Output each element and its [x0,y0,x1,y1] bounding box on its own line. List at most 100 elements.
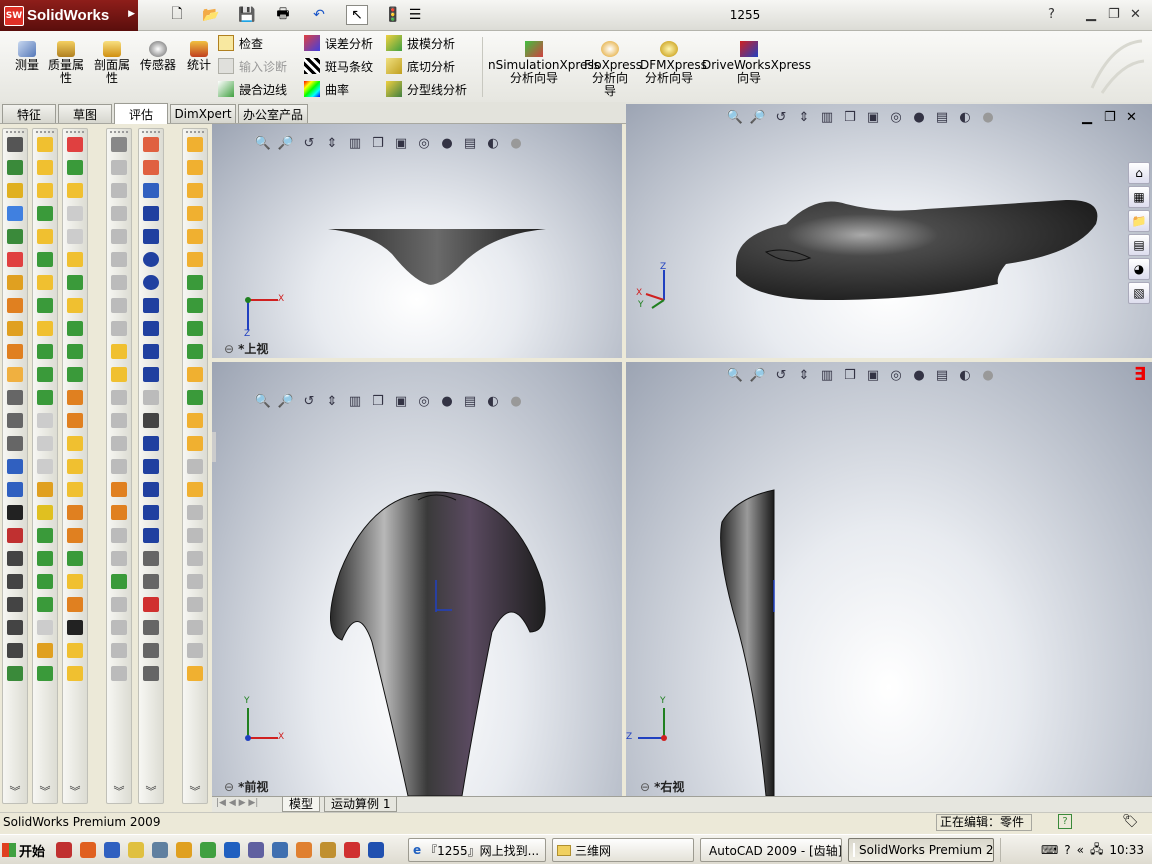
tool-icon[interactable] [187,436,203,451]
tab-features[interactable]: 特征 [2,104,56,123]
tool-icon[interactable] [37,643,53,658]
help-icon[interactable]: ? [1064,843,1070,857]
options-list-icon[interactable]: ☰ [404,5,426,25]
tool-icon[interactable] [67,505,83,520]
tool-icon[interactable] [67,160,83,175]
driveworksxpress-button[interactable]: DriveWorksXpress 向导 [702,41,811,85]
check-button[interactable]: 检查 [218,34,263,52]
line-icon[interactable] [143,206,159,221]
text-icon[interactable] [143,528,159,543]
toolbar-grip[interactable] [6,131,24,135]
tool-icon[interactable] [37,390,53,405]
task-solidworks-window[interactable]: SolidWorks Premium 2... [848,838,994,862]
quicklaunch-icon[interactable] [224,842,240,858]
point-icon[interactable] [143,390,159,405]
tool-icon[interactable] [187,643,203,658]
tool-icon[interactable] [7,367,23,382]
tool-icon[interactable] [187,413,203,428]
tool-icon[interactable] [7,252,23,267]
chevron-down-icon[interactable]: ︾ [3,783,27,799]
toolbar-grip[interactable] [142,131,160,135]
spline-curve-icon[interactable] [143,459,159,474]
tool-icon[interactable] [111,528,127,543]
tray-chevron-icon[interactable]: « [1077,843,1084,857]
tool-icon[interactable] [67,275,83,290]
tool-icon[interactable] [187,459,203,474]
circle-icon[interactable] [143,252,159,267]
tool-icon[interactable] [37,505,53,520]
viewport-trimetric[interactable]: 🔍 🔎 ↺ ⇕ ▥ ❒ ▣ ◎ ● ▤ ◐ ● ▁ ❐ ✕ Z X Y [626,104,1152,358]
tab-model[interactable]: 模型 [282,797,321,812]
help-icon[interactable]: ? [1048,7,1055,22]
arc-icon[interactable] [143,321,159,336]
tool-icon[interactable] [7,574,23,589]
toolbar-grip[interactable] [36,131,54,135]
tool-icon[interactable] [37,367,53,382]
tool-icon[interactable] [7,206,23,221]
tool-icon[interactable] [67,666,83,681]
tool-icon[interactable] [187,574,203,589]
quicklaunch-icon[interactable] [80,842,96,858]
minimize-icon[interactable]: ▁ [1086,7,1096,22]
rectangle-icon[interactable] [143,229,159,244]
tool-icon[interactable] [37,574,53,589]
tool-icon[interactable] [67,137,83,152]
tool-icon[interactable] [111,505,127,520]
appearances-icon[interactable]: ◕ [1128,258,1150,280]
quicklaunch-icon[interactable] [296,842,312,858]
tool-icon[interactable] [187,183,203,198]
fillet-icon[interactable] [143,551,159,566]
chevron-down-icon[interactable]: ︾ [63,783,87,799]
toolbar-grip[interactable] [66,131,84,135]
tool-icon[interactable] [7,505,23,520]
tool-icon[interactable] [111,183,127,198]
home-icon[interactable]: ⌂ [1128,162,1150,184]
tool-icon[interactable] [111,666,127,681]
zebra-stripes-button[interactable]: 斑马条纹 [304,57,373,75]
keyboard-icon[interactable]: ⌨ [1041,843,1058,857]
statistics-button[interactable]: 统计 [184,41,214,72]
move-icon[interactable] [143,666,159,681]
tool-icon[interactable] [67,620,83,635]
tool-icon[interactable] [67,183,83,198]
link-views-icon[interactable]: ⊖ [640,780,650,794]
tool-icon[interactable] [111,459,127,474]
polygon-icon[interactable] [143,298,159,313]
tool-icon[interactable] [187,367,203,382]
tool-icon[interactable] [187,321,203,336]
tool-icon[interactable] [7,344,23,359]
tool-icon[interactable] [7,390,23,405]
tool-icon[interactable] [111,252,127,267]
tool-icon[interactable] [187,528,203,543]
tool-icon[interactable] [7,436,23,451]
quicklaunch-icon[interactable] [128,842,144,858]
chevron-down-icon[interactable]: ︾ [107,783,131,799]
tool-icon[interactable] [37,298,53,313]
tool-icon[interactable] [187,160,203,175]
spline-icon[interactable] [143,413,159,428]
select-pointer-icon[interactable]: ↖ [346,5,368,25]
tool-icon[interactable] [67,597,83,612]
tool-icon[interactable] [37,275,53,290]
link-views-icon[interactable]: ⊖ [224,342,234,356]
tool-icon[interactable] [37,459,53,474]
task-autocad-window[interactable]: AutoCAD 2009 - [齿轴] [700,838,842,862]
curvature-button[interactable]: 曲率 [304,80,349,98]
measure-button[interactable]: 测量 [12,41,42,72]
tool-icon[interactable] [187,137,203,152]
tool-icon[interactable] [7,459,23,474]
quicklaunch-icon[interactable] [344,842,360,858]
mirror-icon[interactable] [143,620,159,635]
tool-icon[interactable] [7,298,23,313]
chevron-down-icon[interactable]: ︾ [183,783,207,799]
tool-icon[interactable] [111,206,127,221]
tool-icon[interactable] [7,643,23,658]
tool-icon[interactable] [37,137,53,152]
tool-icon[interactable] [187,298,203,313]
sketch-icon[interactable] [143,137,159,152]
task-folder-window[interactable]: 三维网 [552,838,694,862]
tool-icon[interactable] [7,160,23,175]
point-icon[interactable] [143,482,159,497]
chevron-down-icon[interactable]: ︾ [33,783,57,799]
quicklaunch-icon[interactable] [200,842,216,858]
